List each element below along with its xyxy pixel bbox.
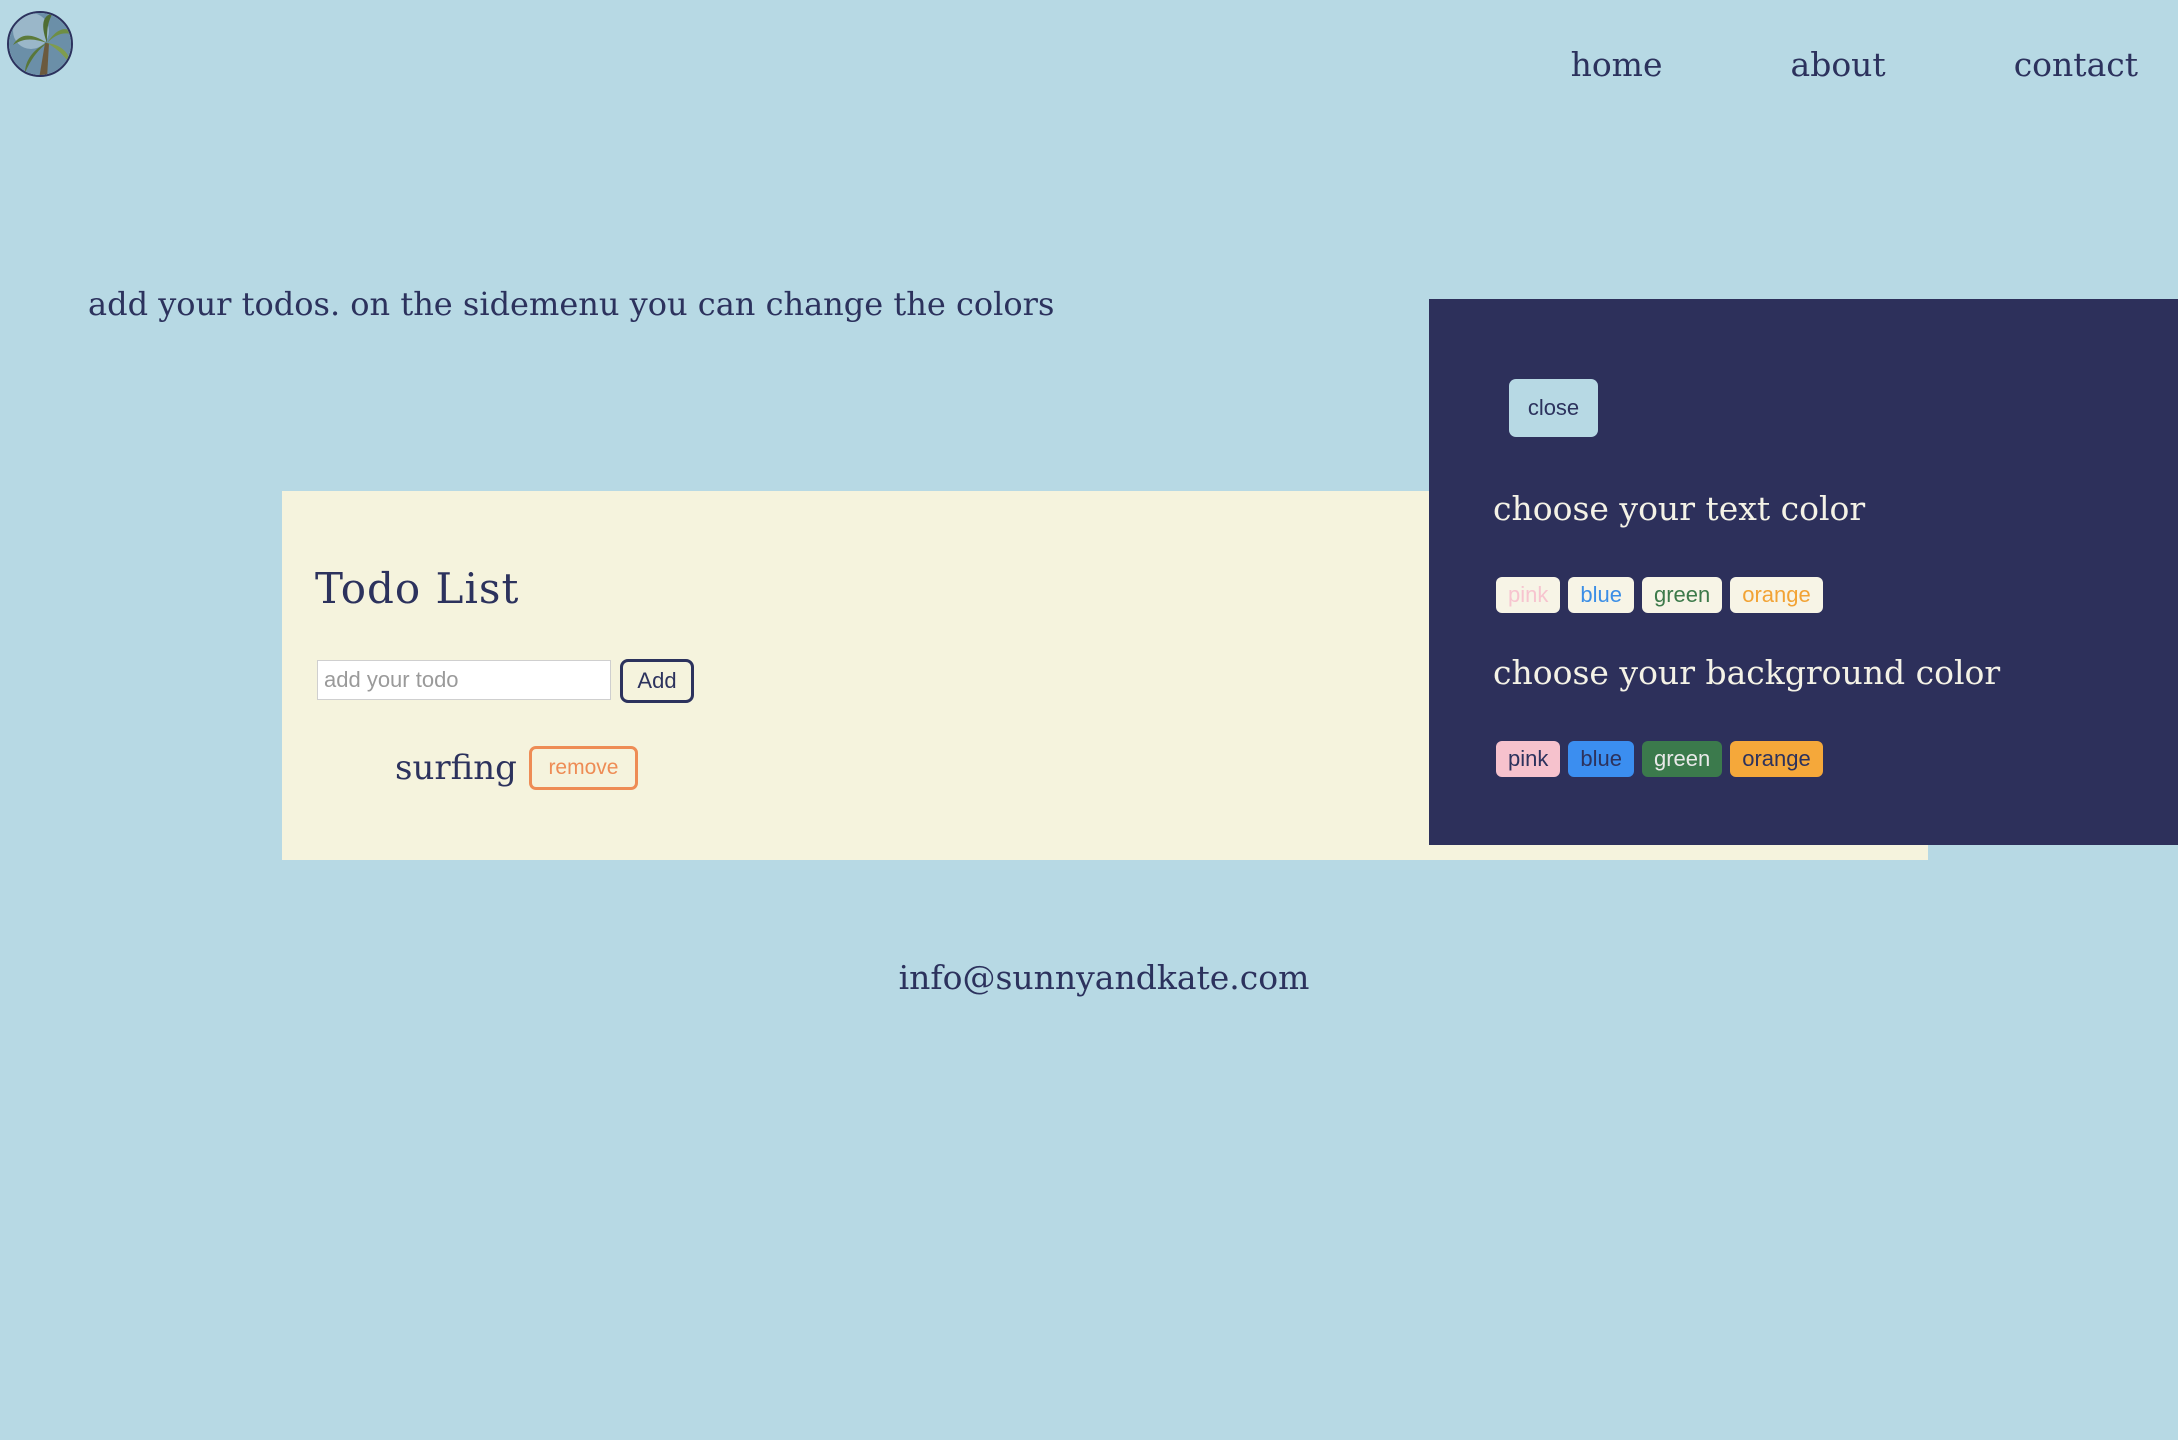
background-color-green-button[interactable]: green [1641,741,1723,777]
intro-text: add your todos. on the sidemenu you can … [88,285,1055,323]
add-button[interactable]: Add [620,659,694,703]
background-color-options: pink blue green orange [1496,741,1823,777]
close-button[interactable]: close [1509,379,1598,437]
background-color-blue-button[interactable]: blue [1568,741,1634,777]
todo-input[interactable] [317,660,611,700]
footer-email[interactable]: info@sunnyandkate.com [0,958,2178,997]
text-color-heading: choose your text color [1493,489,1866,528]
remove-button[interactable]: remove [528,746,638,790]
palm-tree-photo-icon [9,13,71,75]
text-color-green-button[interactable]: green [1641,577,1723,613]
todo-title: Todo List [315,564,520,613]
todo-item-text: surfing [395,748,517,788]
background-color-pink-button[interactable]: pink [1496,741,1561,777]
nav-about-link[interactable]: about [1791,45,1886,84]
sidemenu: close choose your text color pink blue g… [1429,299,2178,845]
background-color-heading: choose your background color [1493,653,2001,692]
text-color-options: pink blue green orange [1496,577,1823,613]
todo-item: surfing remove [395,746,638,790]
avatar [7,11,73,77]
nav-home-link[interactable]: home [1571,45,1663,84]
background-color-orange-button[interactable]: orange [1730,741,1823,777]
text-color-pink-button[interactable]: pink [1496,577,1561,613]
main-nav: home about contact [1571,45,2138,84]
nav-contact-link[interactable]: contact [2014,45,2138,84]
text-color-blue-button[interactable]: blue [1568,577,1634,613]
text-color-orange-button[interactable]: orange [1730,577,1823,613]
